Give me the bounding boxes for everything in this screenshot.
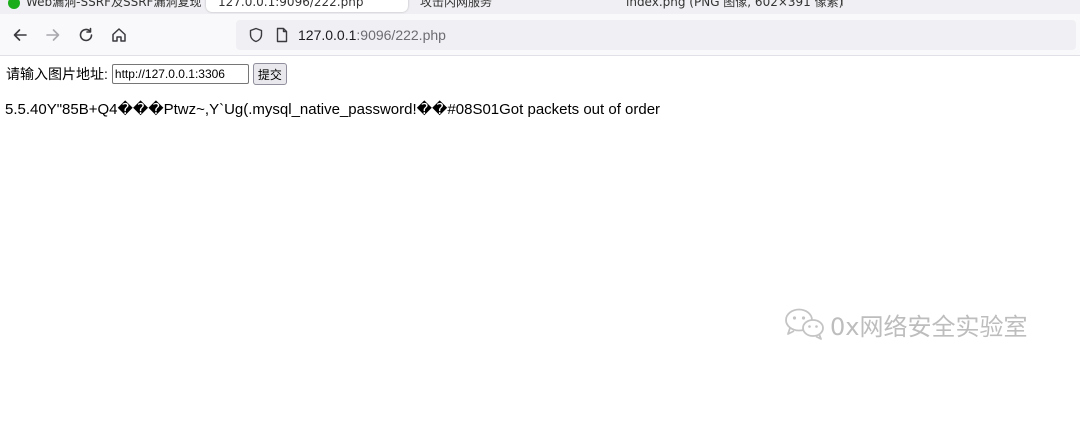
reload-button[interactable] [71, 20, 101, 50]
response-output: 5.5.40Y"85B+Q4���Ptwz~,Y`Ug(.mysql_nativ… [5, 101, 661, 118]
tab-internal-service[interactable]: 攻击内网服务 [420, 0, 492, 12]
arrow-left-icon [13, 29, 27, 41]
tab-title: 攻击内网服务 [420, 0, 493, 9]
home-icon [112, 28, 126, 42]
submit-button[interactable]: 提交 [252, 63, 287, 85]
wechat-icon [785, 308, 824, 340]
page-icon[interactable] [274, 27, 290, 43]
home-button[interactable] [104, 20, 134, 50]
form-label: 请输入图片地址: [6, 66, 108, 82]
address-bar[interactable]: 127.0.0.1:9096/222.php [236, 20, 1076, 50]
url-host: 127.0.0.1 [298, 27, 357, 43]
back-button[interactable] [5, 20, 35, 50]
tab-current-page[interactable]: 127.0.0.1:9096/222.php [206, 0, 408, 12]
image-url-input[interactable] [111, 64, 249, 84]
tab-index-png[interactable]: index.png (PNG 图像, 602×391 像素) [626, 0, 843, 12]
tab-title: index.png (PNG 图像, 602×391 像素) [626, 0, 844, 9]
forward-button[interactable] [38, 20, 68, 50]
tab-strip: Web漏洞-SSRF及SSRF漏洞复现 127.0.0.1:9096/222.p… [0, 0, 1080, 14]
watermark: 0x网络安全实验室 [782, 306, 1027, 342]
tab-title: Web漏洞-SSRF及SSRF漏洞复现 [26, 0, 202, 9]
page-content: 请输入图片地址: 提交 5.5.40Y"85B+Q4���Ptwz~,Y`Ug(… [0, 56, 1080, 424]
watermark-text: 0x网络安全实验室 [830, 312, 1028, 341]
navigation-toolbar: 127.0.0.1:9096/222.php [0, 14, 1080, 56]
image-url-form: 请输入图片地址: 提交 [6, 63, 287, 85]
tab-separator [842, 0, 843, 6]
shield-icon[interactable] [248, 27, 264, 43]
tab-title: 127.0.0.1:9096/222.php [218, 0, 364, 9]
url-path: :9096/222.php [356, 27, 446, 43]
arrow-right-icon [46, 29, 60, 41]
reload-icon [79, 27, 93, 42]
wechat-favicon-icon [8, 0, 20, 9]
url-text[interactable]: 127.0.0.1:9096/222.php [298, 20, 446, 50]
tab-ssrf-article[interactable]: Web漏洞-SSRF及SSRF漏洞复现 [8, 0, 201, 12]
